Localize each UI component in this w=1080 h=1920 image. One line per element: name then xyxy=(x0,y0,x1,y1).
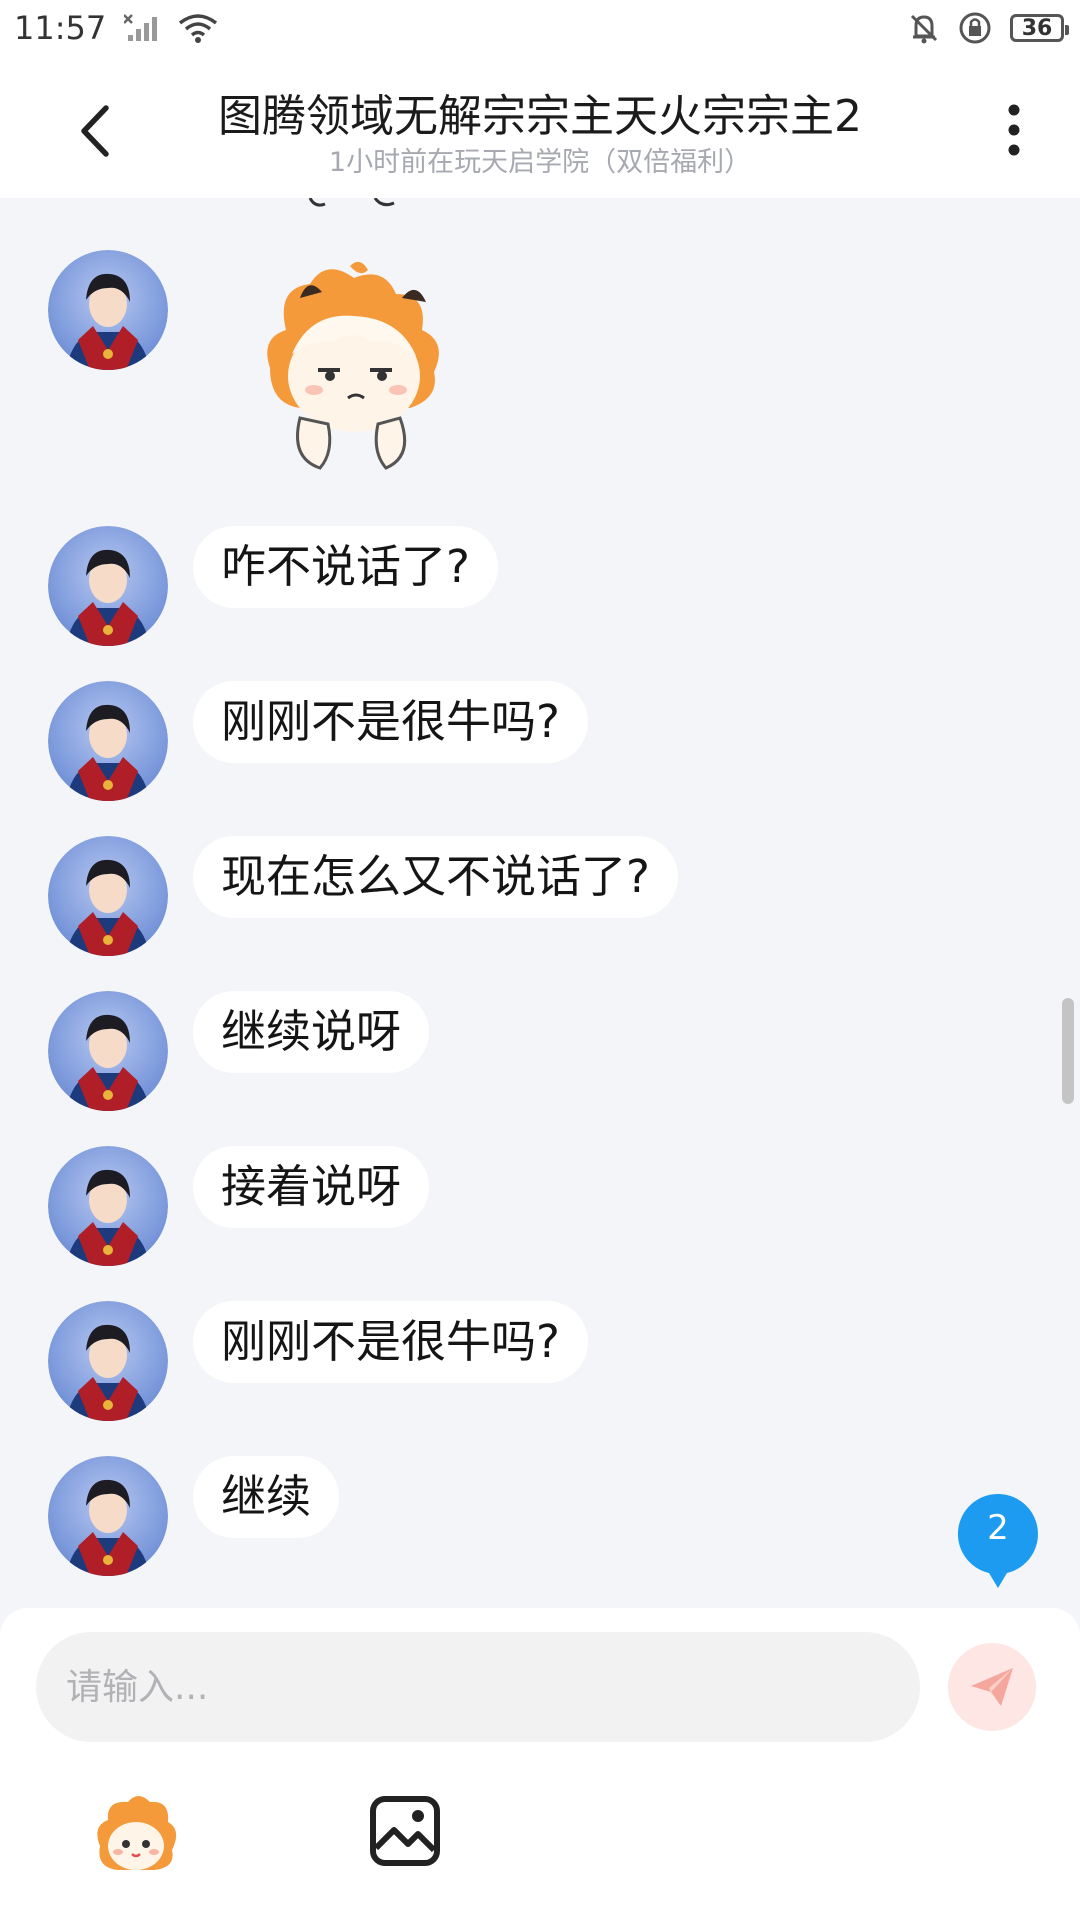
emoji-sticker-icon[interactable] xyxy=(88,1790,184,1880)
annoyed-anime-girl-sticker[interactable] xyxy=(230,258,480,488)
avatar[interactable] xyxy=(48,1456,168,1576)
avatar[interactable] xyxy=(48,250,168,370)
chat-subtitle: 1小时前在玩天启学院（双倍福利） xyxy=(328,147,752,178)
avatar[interactable] xyxy=(48,1146,168,1266)
unread-messages-badge[interactable]: 2 xyxy=(956,1492,1040,1588)
message-bubble[interactable]: 现在怎么又不说话了? xyxy=(193,836,678,918)
partial-sticker xyxy=(308,198,395,207)
status-time: 11:57 xyxy=(14,9,107,47)
signal-off-icon xyxy=(124,14,158,41)
send-paper-plane-icon xyxy=(971,1668,1013,1706)
chat-title: 图腾领域无解宗宗主天火宗宗主2 xyxy=(218,91,862,142)
image-icon[interactable] xyxy=(368,1794,442,1868)
avatar[interactable] xyxy=(48,526,168,646)
back-arrow-icon[interactable] xyxy=(70,96,126,166)
rotation-lock-icon xyxy=(959,12,991,44)
avatar[interactable] xyxy=(48,1301,168,1421)
message-bubble[interactable]: 继续 xyxy=(193,1456,340,1538)
message-bubble[interactable]: 刚刚不是很牛吗? xyxy=(193,1301,588,1383)
battery-icon: 36 xyxy=(1010,14,1069,42)
message-list[interactable]: 咋不说话了? 刚刚不是很牛吗? 现在怎么又不说话了? 继续说呀 接着说呀 刚刚不… xyxy=(0,198,1080,1608)
scrollbar[interactable] xyxy=(1062,998,1074,1104)
message-bubble[interactable]: 接着说呀 xyxy=(193,1146,430,1228)
chat-header: 图腾领域无解宗宗主天火宗宗主2 1小时前在玩天启学院（双倍福利） xyxy=(0,56,1080,198)
message-bubble[interactable]: 咋不说话了? xyxy=(193,526,498,608)
unread-count: 2 xyxy=(987,1508,1009,1548)
message-input[interactable] xyxy=(36,1632,920,1742)
send-button[interactable] xyxy=(948,1643,1036,1731)
bell-mute-icon xyxy=(910,14,938,44)
avatar[interactable] xyxy=(48,991,168,1111)
status-bar: 11:57 36 xyxy=(0,0,1080,56)
avatar[interactable] xyxy=(48,836,168,956)
avatar[interactable] xyxy=(48,681,168,801)
wifi-icon xyxy=(179,14,218,43)
message-bubble[interactable]: 刚刚不是很牛吗? xyxy=(193,681,588,763)
message-bubble[interactable]: 继续说呀 xyxy=(193,991,430,1073)
composer-panel xyxy=(0,1608,1080,1920)
more-vertical-icon[interactable] xyxy=(990,96,1038,166)
